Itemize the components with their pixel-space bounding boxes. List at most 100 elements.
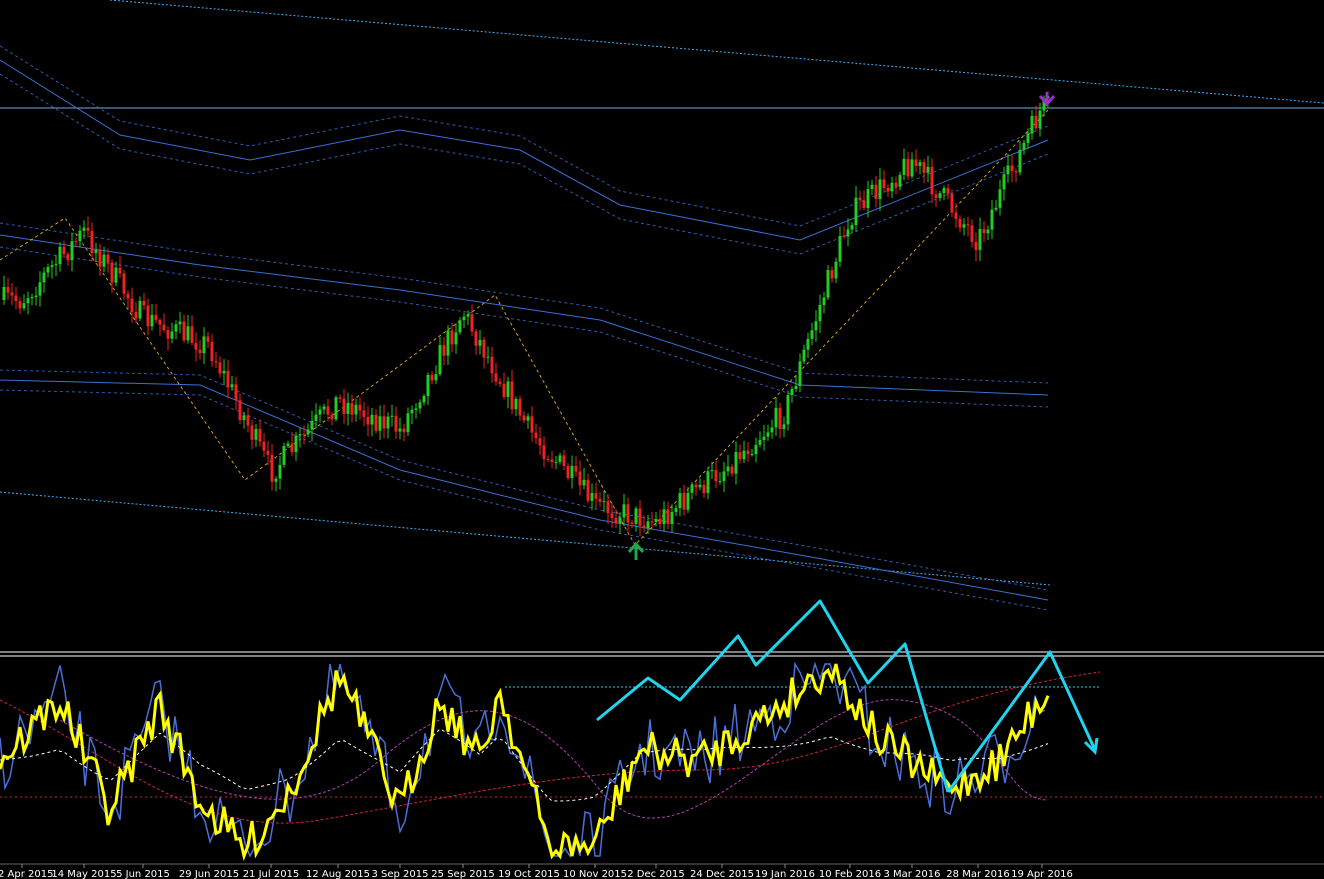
- x-tick-label: 19 Oct 2015: [498, 869, 560, 879]
- candle-body: [214, 361, 218, 363]
- x-tick-label: 2 Apr 2015: [0, 869, 53, 879]
- candle-body: [142, 300, 146, 306]
- candle-body: [450, 330, 454, 345]
- candle-body: [810, 330, 814, 339]
- candle-body: [542, 445, 546, 460]
- candle-body: [490, 356, 494, 374]
- candle-body: [974, 241, 978, 250]
- candle-body: [678, 493, 682, 509]
- candle-body: [302, 434, 306, 436]
- candle-body: [486, 356, 490, 358]
- candle-body: [718, 481, 722, 483]
- candle-body: [582, 479, 586, 486]
- candle-body: [910, 159, 914, 177]
- candle-body: [334, 397, 338, 420]
- candle-body: [446, 330, 450, 356]
- x-tick-label: 28 Mar 2016: [946, 869, 1009, 879]
- candle-body: [378, 416, 382, 431]
- candle-body: [942, 188, 946, 194]
- candle-body: [798, 361, 802, 386]
- candle-body: [50, 265, 54, 268]
- candle-body: [734, 452, 738, 474]
- candle-body: [94, 249, 98, 254]
- candle-body: [934, 194, 938, 198]
- candle-body: [386, 416, 390, 429]
- x-tick-label: 19 Apr 2016: [1011, 869, 1073, 879]
- candle-body: [110, 262, 114, 283]
- candle-body: [706, 471, 710, 494]
- candle-body: [414, 408, 418, 410]
- candle-body: [654, 518, 658, 522]
- candle-body: [22, 303, 26, 309]
- candle-body: [614, 518, 618, 524]
- candle-body: [154, 314, 158, 321]
- candle-body: [126, 293, 130, 299]
- candle-body: [1026, 133, 1030, 143]
- x-tick-label: 5 Jun 2015: [116, 869, 170, 879]
- candle-body: [130, 298, 134, 312]
- candle-body: [894, 182, 898, 187]
- candle-body: [46, 267, 50, 273]
- candle-body: [174, 324, 178, 332]
- candle-body: [270, 454, 274, 482]
- candle-body: [118, 267, 122, 274]
- candle-body: [558, 455, 562, 462]
- candle-body: [518, 398, 522, 416]
- candle-body: [590, 493, 594, 501]
- candle-body: [262, 441, 266, 451]
- candle-body: [114, 267, 118, 283]
- candle-body: [834, 261, 838, 279]
- candle-body: [494, 373, 498, 382]
- candle-body: [714, 470, 718, 482]
- candle-body: [246, 415, 250, 426]
- candle-body: [306, 429, 310, 435]
- candle-body: [202, 336, 206, 354]
- candle-body: [674, 508, 678, 513]
- candle-body: [730, 466, 734, 474]
- candle-body: [1030, 115, 1034, 134]
- x-tick-label: 19 Jan 2016: [755, 869, 815, 879]
- candle-body: [626, 504, 630, 523]
- candle-body: [886, 187, 890, 192]
- candle-body: [346, 403, 350, 414]
- candle-body: [666, 509, 670, 524]
- candle-body: [762, 436, 766, 441]
- candle-body: [322, 406, 326, 410]
- candle-body: [78, 230, 82, 242]
- candle-body: [962, 224, 966, 228]
- candle-body: [82, 227, 86, 231]
- candle-body: [994, 207, 998, 210]
- candle-body: [634, 508, 638, 524]
- candle-body: [918, 162, 922, 166]
- candle-body: [66, 254, 70, 261]
- candle-body: [210, 341, 214, 362]
- candle-body: [858, 197, 862, 201]
- candle-body: [526, 416, 530, 421]
- candle-body: [702, 484, 706, 494]
- candle-body: [398, 428, 402, 432]
- x-tick-label: 24 Dec 2015: [690, 869, 754, 879]
- candle-body: [234, 384, 238, 401]
- candle-body: [870, 184, 874, 190]
- candle-body: [26, 298, 30, 304]
- candle-body: [290, 443, 294, 453]
- candle-body: [850, 225, 854, 230]
- candle-body: [410, 409, 414, 414]
- candle-body: [310, 420, 314, 430]
- candle-body: [618, 517, 622, 524]
- candle-body: [98, 249, 102, 267]
- candle-body: [586, 479, 590, 501]
- candle-body: [610, 513, 614, 519]
- candle-body: [326, 406, 330, 415]
- candle-body: [594, 493, 598, 499]
- candle-body: [218, 362, 222, 374]
- candle-body: [106, 254, 110, 263]
- candle-body: [354, 404, 358, 415]
- candle-body: [954, 212, 958, 219]
- candle-body: [546, 459, 550, 461]
- candle-body: [374, 414, 378, 431]
- candle-body: [866, 189, 870, 208]
- candle-body: [1022, 142, 1026, 150]
- candle-body: [838, 235, 842, 262]
- candle-body: [102, 254, 106, 267]
